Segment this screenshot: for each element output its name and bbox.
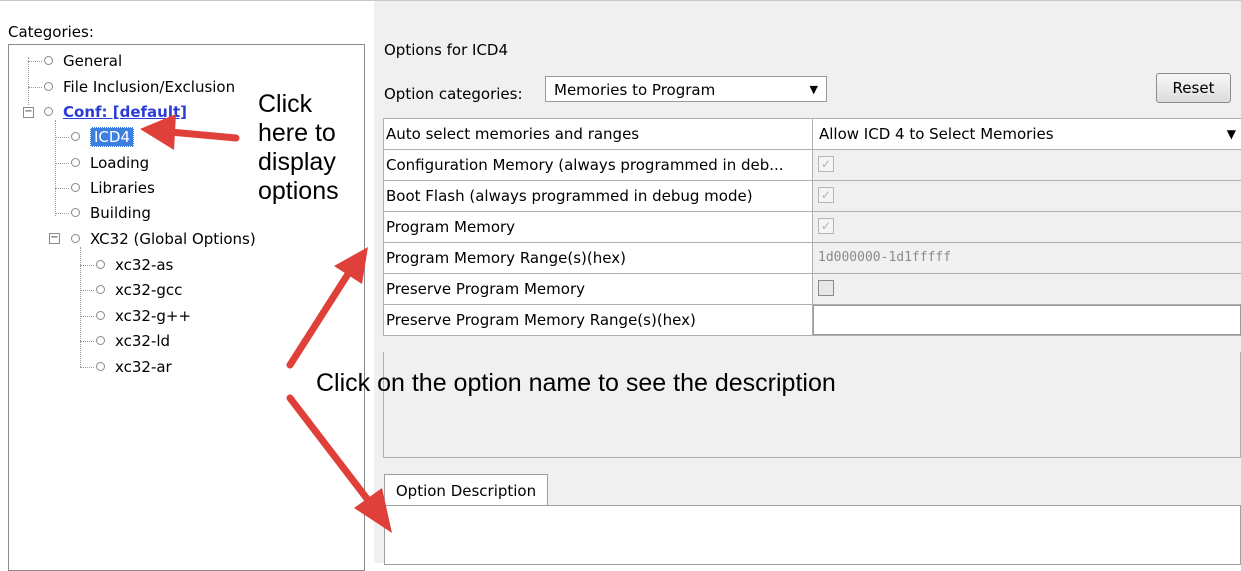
arrow-to-description xyxy=(286,394,392,533)
annotation-arrows xyxy=(140,114,392,533)
arrow-to-program-memory xyxy=(286,247,368,369)
arrow-to-icd4 xyxy=(140,114,240,150)
